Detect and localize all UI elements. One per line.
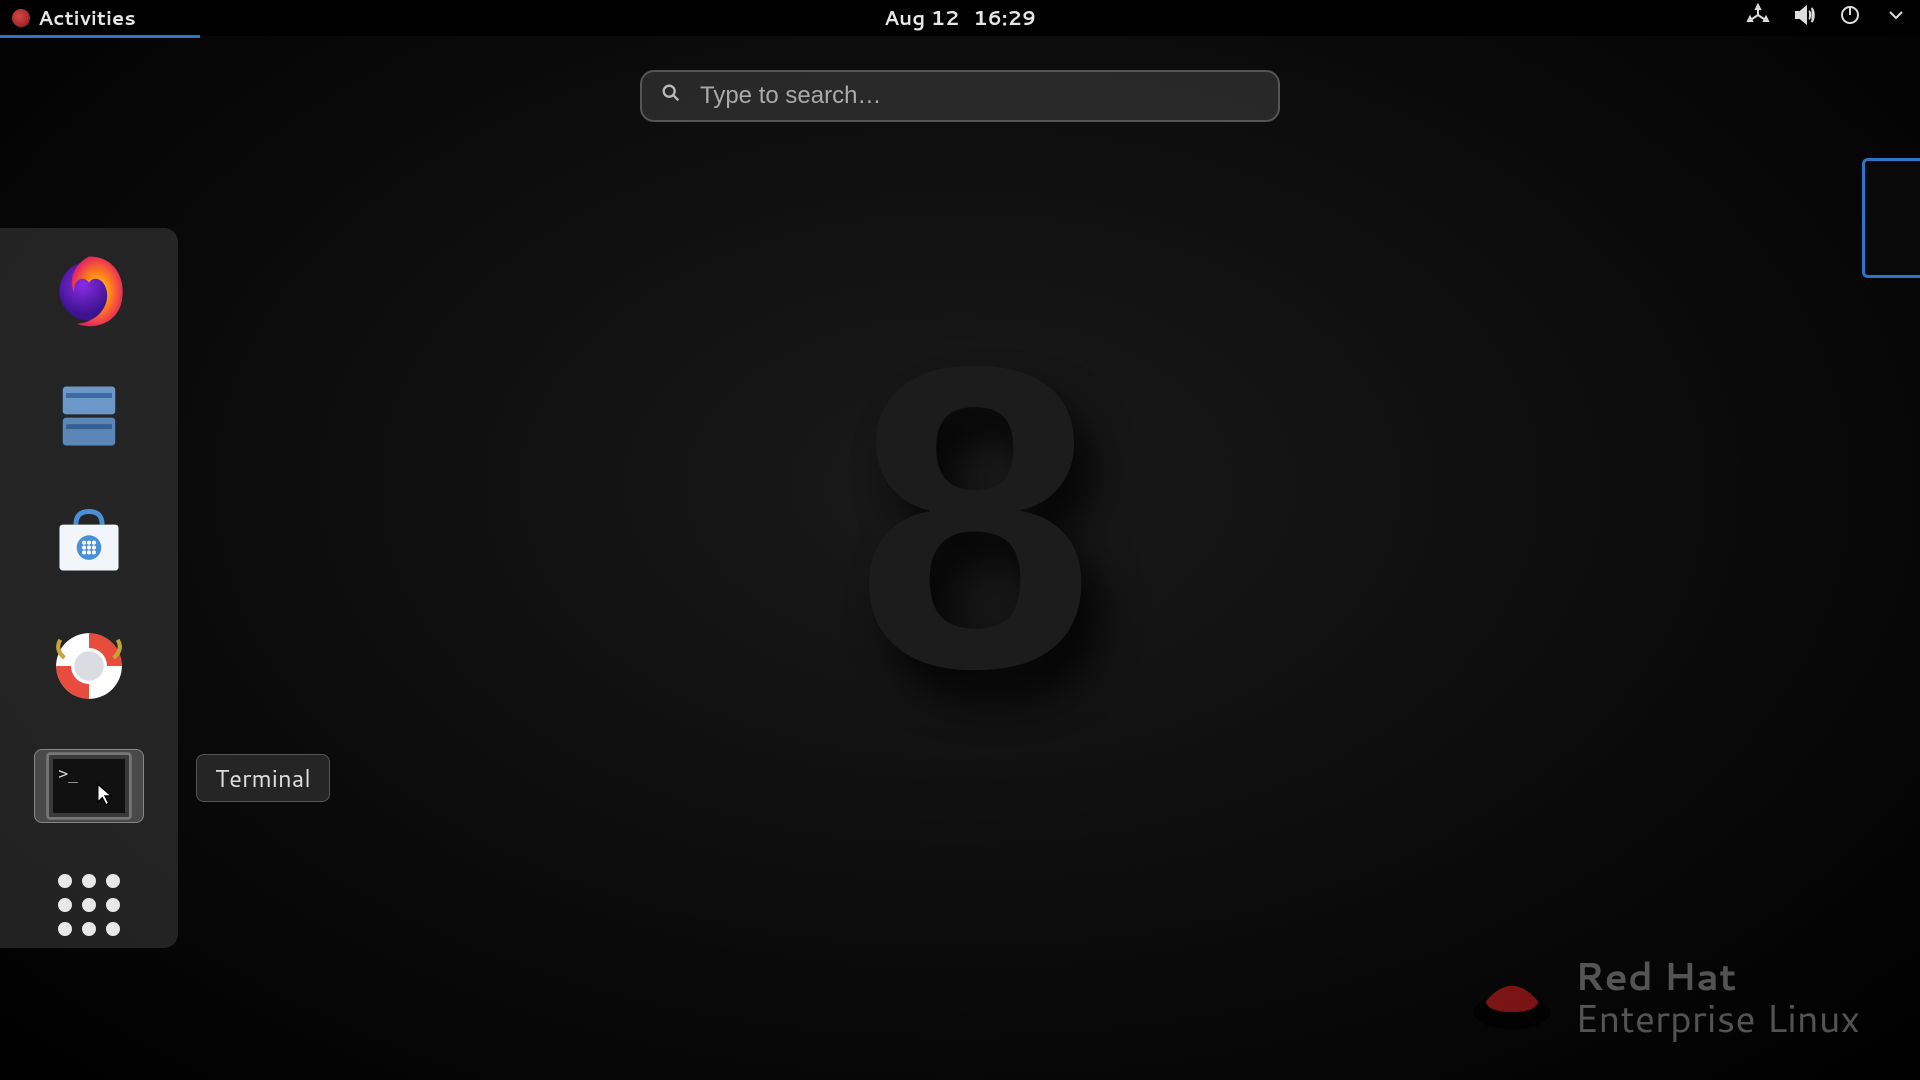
- background-version-glyph: 8: [855, 271, 1064, 765]
- search-bar[interactable]: [640, 70, 1280, 122]
- workspace-thumbnail[interactable]: [1862, 158, 1920, 278]
- brand-line2: Enterprise Linux: [1575, 998, 1860, 1040]
- activities-button[interactable]: Activities: [12, 4, 136, 32]
- software-icon: [48, 500, 130, 582]
- activities-label: Activities: [38, 4, 136, 32]
- clock-button[interactable]: Aug 12 16:29: [884, 4, 1036, 32]
- network-icon[interactable]: [1746, 3, 1770, 34]
- dock-item-show-apps[interactable]: [37, 863, 141, 948]
- distro-icon: [12, 9, 30, 27]
- power-icon[interactable]: [1838, 3, 1862, 34]
- dock-item-files[interactable]: [37, 373, 141, 458]
- dock: >_: [0, 228, 178, 948]
- search-icon: [660, 82, 682, 110]
- help-icon: [48, 625, 130, 707]
- volume-icon[interactable]: [1792, 3, 1816, 34]
- dock-item-software[interactable]: [37, 498, 141, 583]
- activities-indicator: [0, 35, 200, 38]
- time-label: 16:29: [973, 4, 1036, 32]
- redhat-icon: [1467, 963, 1557, 1033]
- svg-text:>_: >_: [58, 764, 78, 783]
- dock-item-firefox[interactable]: [37, 248, 141, 333]
- chevron-down-icon[interactable]: [1884, 3, 1908, 34]
- top-bar: Activities Aug 12 16:29: [0, 0, 1920, 36]
- search-input[interactable]: [700, 82, 1260, 110]
- dock-tooltip: Terminal: [196, 754, 330, 802]
- date-label: Aug 12: [884, 4, 959, 32]
- distro-branding: Red Hat Enterprise Linux: [1467, 956, 1860, 1040]
- terminal-icon: >_: [43, 750, 135, 822]
- firefox-icon: [48, 250, 130, 332]
- dock-item-terminal[interactable]: >_: [34, 749, 144, 823]
- files-icon: [48, 375, 130, 457]
- apps-grid-icon: [53, 869, 125, 941]
- dock-item-help[interactable]: [37, 624, 141, 709]
- dock-tooltip-label: Terminal: [215, 761, 311, 795]
